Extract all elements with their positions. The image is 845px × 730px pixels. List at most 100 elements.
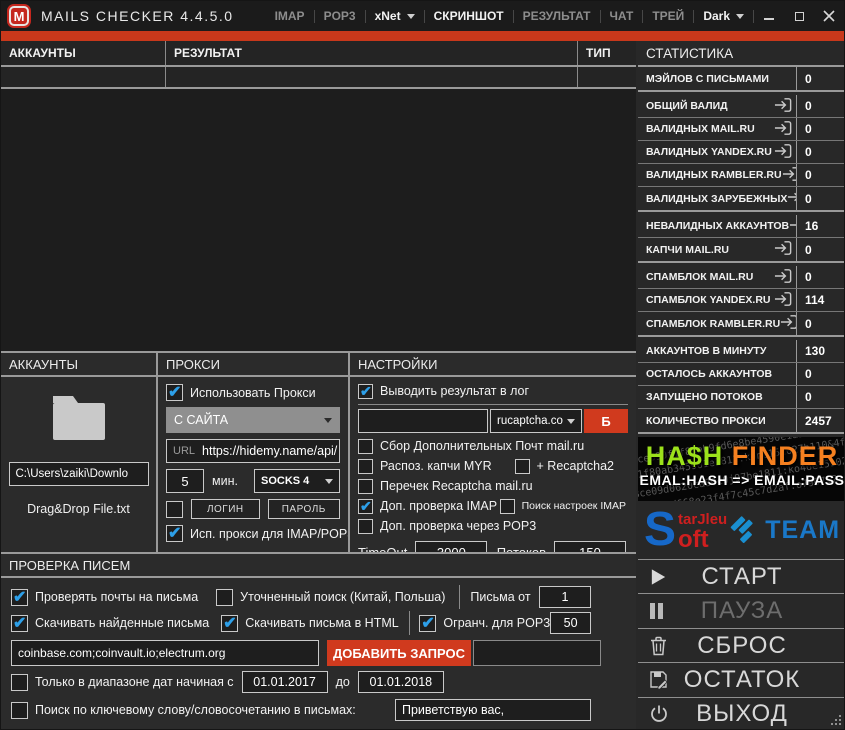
export-arrow-icon[interactable] [774, 240, 793, 259]
proxy-refresh-minutes-input[interactable]: 5 [166, 469, 204, 493]
export-arrow-icon[interactable] [774, 97, 793, 116]
export-arrow-icon[interactable] [782, 166, 796, 185]
menu-screenshot[interactable]: СКРИНШОТ [425, 9, 513, 23]
stat-row: ЗАПУЩЕНО ПОТОКОВ 0 [638, 386, 845, 409]
pop3-limit-label: Огранч. для POP3 [443, 616, 550, 630]
minimize-button[interactable] [754, 1, 784, 31]
chevron-down-icon [407, 14, 415, 19]
captcha-balance-button[interactable]: Б [584, 409, 628, 433]
stat-row: АККАУНТОВ В МИНУТУ 130 [638, 340, 845, 363]
proxy-login-field[interactable]: ЛОГИН [191, 499, 260, 519]
power-icon [649, 704, 669, 724]
chevron-down-icon [324, 418, 332, 423]
start-button[interactable]: СТАРТ [638, 559, 845, 593]
menu-bar: IMAP POP3 xNet СКРИНШОТ РЕЗУЛЬТАТ ЧАТ ТР… [266, 1, 844, 31]
proxy-url-input[interactable]: URL https://hidemy.name/api/ [166, 439, 340, 463]
folder-icon[interactable] [47, 392, 111, 444]
stat-value: 0 [796, 238, 845, 261]
log-output-checkbox[interactable] [358, 384, 373, 399]
stat-row: СПАМБЛОК RAMBLER.RU 0 [638, 312, 845, 335]
menu-imap[interactable]: IMAP [266, 9, 314, 23]
letters-from-input[interactable]: 1 [539, 586, 591, 608]
stat-label: ВАЛИДНЫХ ЗАРУБЕЖНЫХ [638, 187, 796, 210]
stat-value: 114 [796, 289, 845, 311]
timeout-input[interactable]: 3000 [415, 541, 487, 552]
menu-xnet-dropdown[interactable]: xNet [366, 9, 424, 23]
export-arrow-icon[interactable] [789, 217, 796, 236]
export-arrow-icon[interactable] [780, 314, 796, 333]
pop3-limit-checkbox[interactable] [419, 615, 436, 632]
starjleu-soft-logo[interactable]: S tarJleu oft [644, 505, 727, 555]
keyword-search-label: Поиск по ключевому слову/словосочетанию … [35, 703, 356, 717]
pause-button[interactable]: ПАУЗА [638, 593, 845, 627]
team-logo[interactable]: TEAM [727, 513, 840, 547]
proxy-for-imap-checkbox[interactable] [166, 525, 183, 542]
search-query-input[interactable]: coinbase.com;coinvault.io;electrum.org [11, 640, 319, 666]
refined-search-label: Уточненный поиск (Китай, Польша) [240, 590, 445, 604]
imap-settings-search-checkbox[interactable] [500, 499, 515, 514]
menu-pop3[interactable]: POP3 [315, 9, 365, 23]
export-arrow-icon[interactable] [774, 120, 793, 139]
collect-extra-mails-checkbox[interactable] [358, 439, 373, 454]
maximize-button[interactable] [784, 1, 814, 31]
export-arrow-icon[interactable] [774, 268, 793, 287]
date-from-input[interactable]: 01.01.2017 [242, 671, 328, 693]
stat-value: 130 [796, 340, 845, 362]
stat-label: ВАЛИДНЫХ MAIL.RU [638, 118, 796, 140]
column-header-result[interactable]: РЕЗУЛЬТАТ [166, 41, 578, 65]
pop3-limit-input[interactable]: 50 [550, 612, 591, 634]
export-arrow-icon[interactable] [774, 143, 793, 162]
menu-tray[interactable]: ТРЕЙ [643, 9, 693, 23]
recaptcha-mailru-checkbox[interactable] [358, 479, 373, 494]
close-button[interactable] [814, 1, 844, 31]
column-header-type[interactable]: ТИП [578, 41, 636, 65]
use-proxy-label: Использовать Прокси [190, 386, 316, 400]
statistics-title: СТАТИСТИКА [638, 41, 845, 67]
stat-value: 0 [796, 187, 845, 210]
myr-captcha-checkbox[interactable] [358, 459, 373, 474]
resize-grip[interactable] [829, 714, 842, 727]
stat-value: 0 [796, 141, 845, 163]
stat-row: СПАМБЛОК YANDEX.RU 114 [638, 289, 845, 312]
stats-group: АККАУНТОВ В МИНУТУ 130 ОСТАЛОСЬ АККАУНТО… [638, 340, 845, 434]
download-html-checkbox[interactable] [221, 615, 238, 632]
keyword-search-checkbox[interactable] [11, 702, 28, 719]
add-query-button[interactable]: ДОБАВИТЬ ЗАПРОС [327, 640, 471, 666]
accounts-file-path-input[interactable]: C:\Users\zaiki\Downlo [9, 462, 149, 486]
proxy-auth-checkbox[interactable] [166, 501, 183, 518]
export-arrow-icon[interactable] [774, 291, 793, 310]
remainder-button[interactable]: ОСТАТОК [638, 662, 845, 696]
exit-button[interactable]: ВЫХОД [638, 697, 845, 730]
download-found-checkbox[interactable] [11, 615, 28, 632]
pop3-extra-check-checkbox[interactable] [358, 519, 373, 534]
proxy-type-select[interactable]: SOCKS 4 [254, 469, 340, 493]
stat-label: ОСТАЛОСЬ АККАУНТОВ [638, 363, 796, 385]
recaptcha2-checkbox[interactable] [515, 459, 530, 474]
stat-value: 0 [796, 164, 845, 186]
theme-dropdown[interactable]: Dark [694, 9, 753, 23]
refined-search-checkbox[interactable] [216, 589, 233, 606]
column-header-accounts[interactable]: АККАУНТЫ [1, 41, 166, 65]
added-query-field[interactable] [473, 640, 601, 666]
captcha-service-select[interactable]: rucaptcha.co [490, 409, 582, 433]
chevron-down-icon [325, 479, 333, 484]
keyword-input[interactable]: Приветствую вас, [395, 699, 591, 721]
proxy-password-field[interactable]: ПАРОЛЬ [268, 499, 340, 519]
date-to-input[interactable]: 01.01.2018 [358, 671, 444, 693]
proxy-source-select[interactable]: С САЙТА [166, 407, 340, 433]
close-icon [823, 10, 835, 22]
imap-extra-check-checkbox[interactable] [358, 499, 373, 514]
timeout-label: TimeOut [358, 545, 407, 552]
check-mails-checkbox[interactable] [11, 589, 28, 606]
date-range-checkbox[interactable] [11, 674, 28, 691]
banner-title: HA$H FINDER [638, 440, 845, 472]
stats-group: МЭЙЛОВ С ПИСЬМАМИ 0 [638, 67, 845, 92]
menu-result[interactable]: РЕЗУЛЬТАТ [514, 9, 600, 23]
export-arrow-icon[interactable] [787, 189, 796, 208]
captcha-key-input[interactable] [358, 409, 488, 433]
use-proxy-checkbox[interactable] [166, 384, 183, 401]
threads-input[interactable]: 150 [554, 541, 626, 552]
hash-finder-banner[interactable]: dce890f1f80ab9fd6e8be4590e1a5901eLeo789$… [638, 437, 845, 501]
reset-button[interactable]: СБРОС [638, 628, 845, 662]
menu-chat[interactable]: ЧАТ [601, 9, 643, 23]
